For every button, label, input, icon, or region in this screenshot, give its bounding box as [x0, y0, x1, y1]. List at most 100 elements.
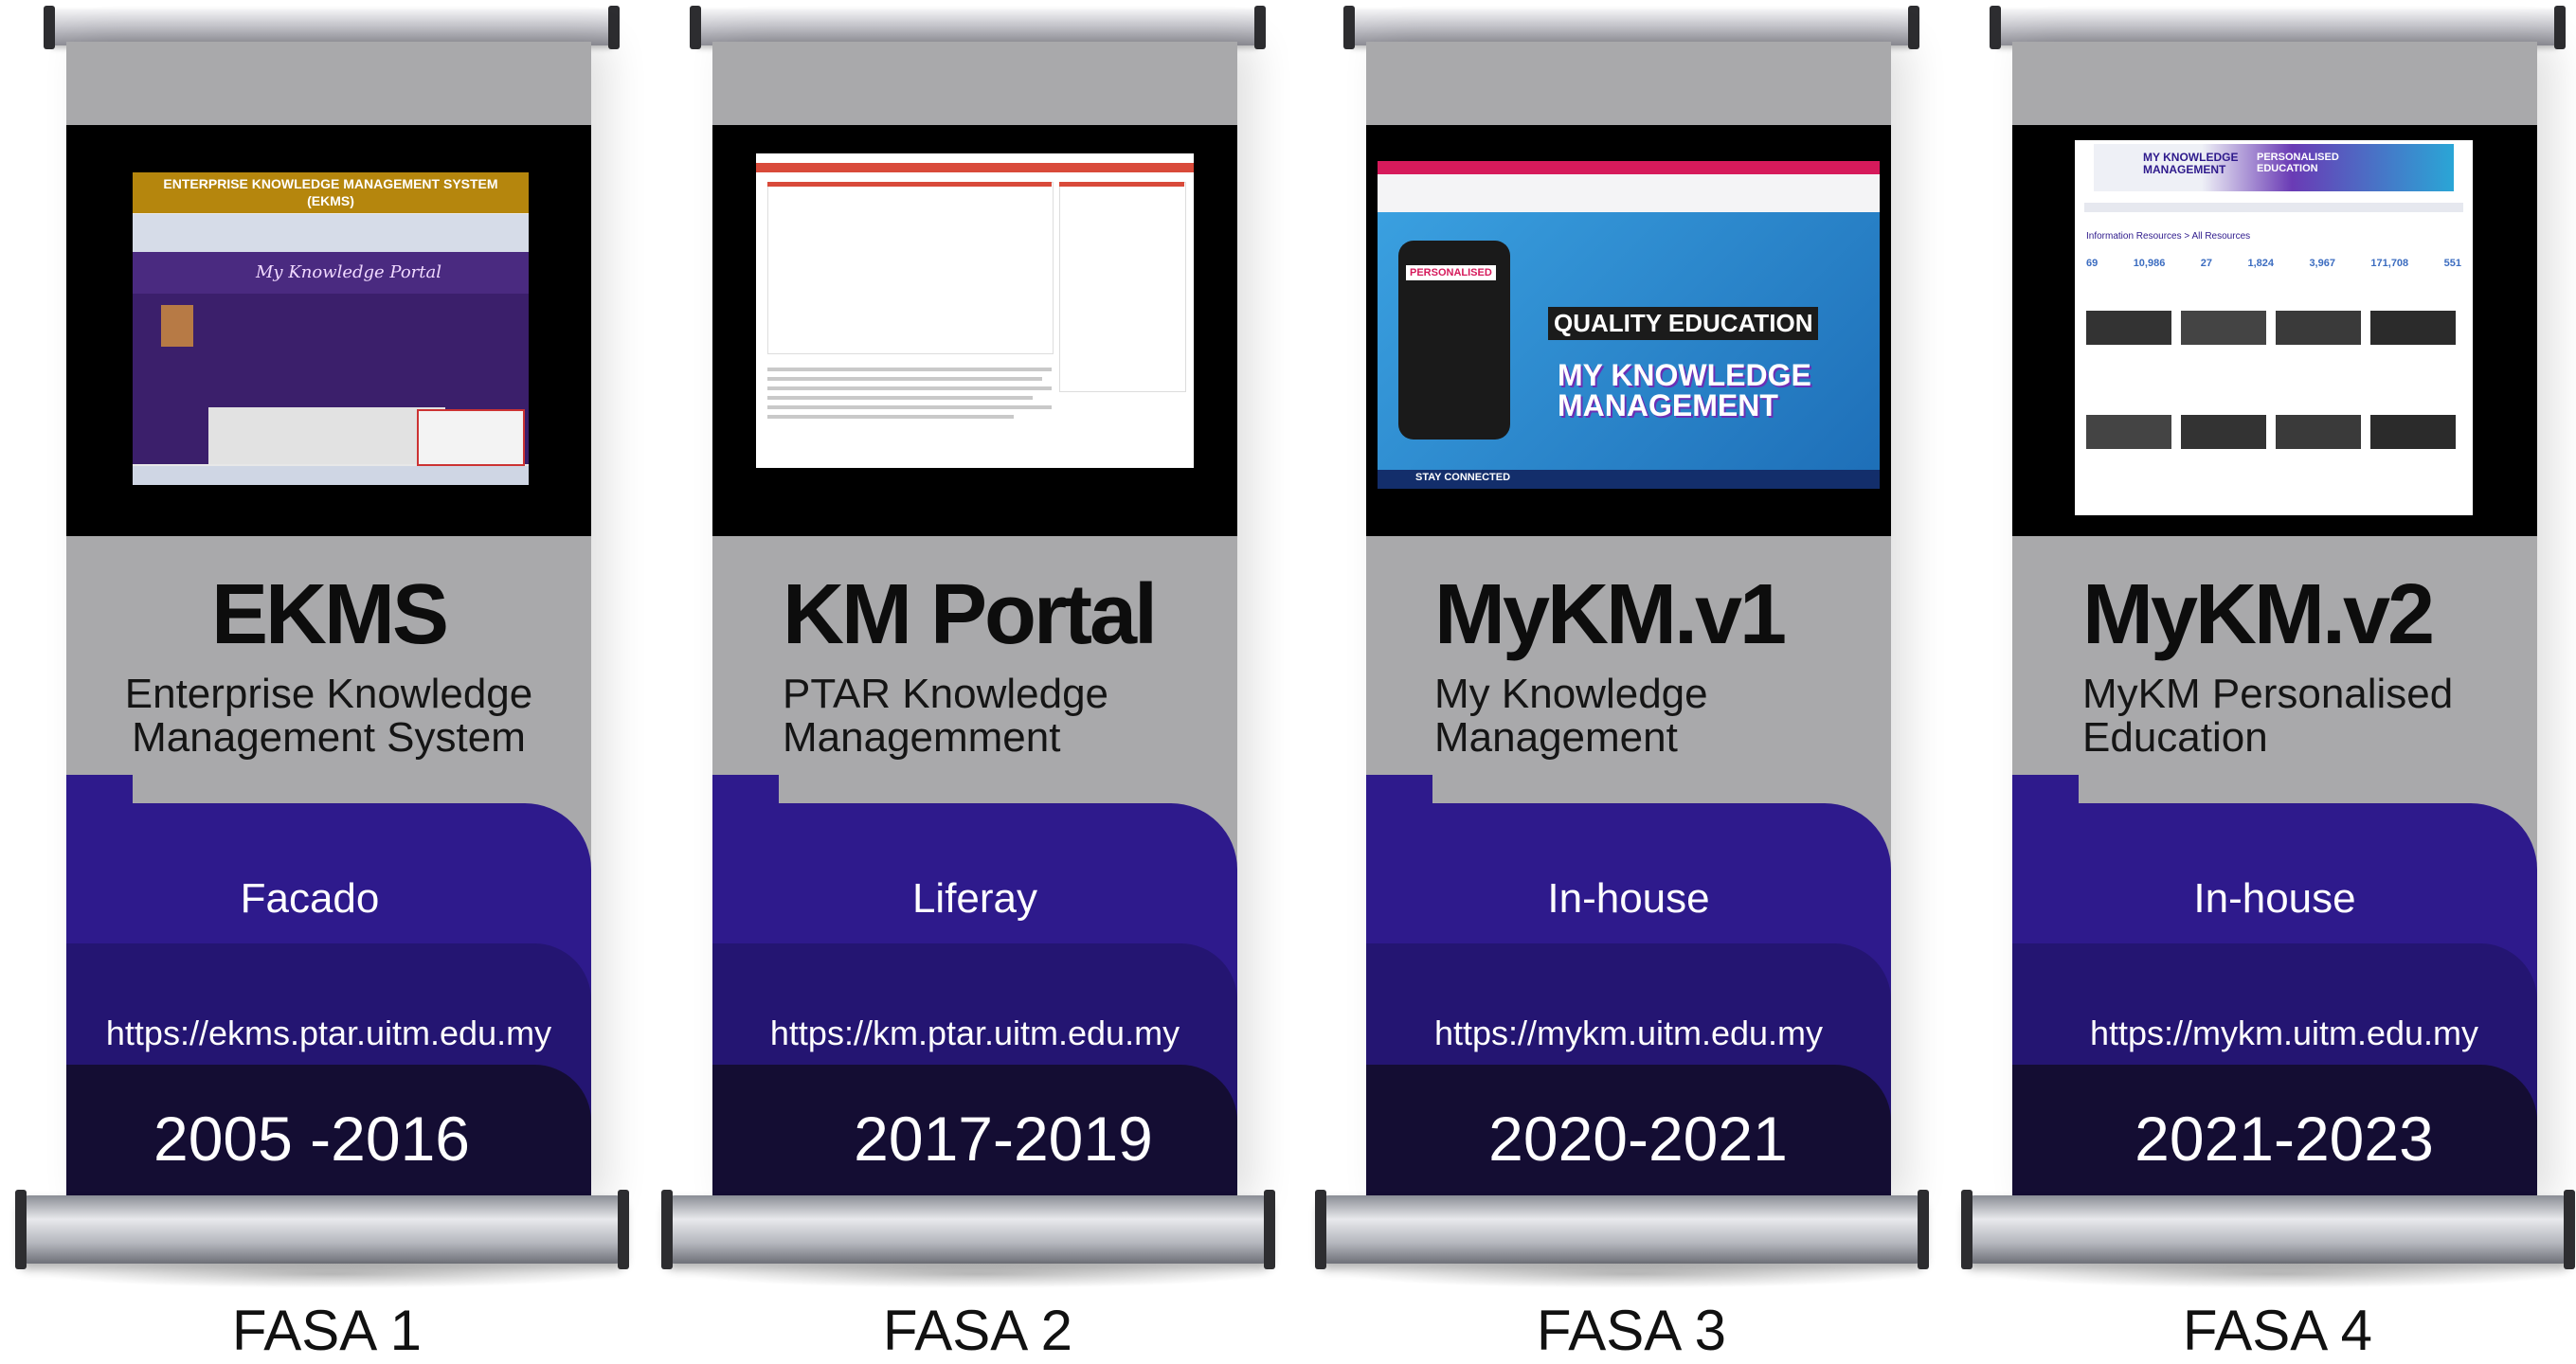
subtitle-line-1: PTAR Knowledge: [783, 671, 1109, 717]
years-label: 2005 -2016: [153, 1104, 470, 1174]
banner-subtitle: My Knowledge Management: [1434, 673, 1889, 760]
platform-label: Liferay: [911, 875, 1038, 922]
v1-quality: QUALITY EDUCATION: [1548, 307, 1819, 340]
v2-brand: MY KNOWLEDGE MANAGEMENT: [2143, 152, 2238, 176]
v1-tag: PERSONALISED: [1406, 265, 1496, 280]
screenshot-frame: [712, 125, 1237, 536]
url-link[interactable]: https://mykm.uitm.edu.my: [2022, 1014, 2537, 1053]
banner-title: EKMS: [210, 567, 449, 662]
portal-avatar: [161, 305, 193, 347]
banner-fasa-2: KM Portal PTAR Knowledge Managemment Lif…: [661, 0, 1338, 1364]
resource-card[interactable]: [2086, 311, 2171, 345]
km-text-line: [767, 386, 1052, 390]
banner-title: MyKM.v1: [1434, 567, 1787, 662]
bottom-rod: [661, 1190, 1275, 1269]
base-shadow: [684, 1260, 1271, 1288]
v1-topbar: [1378, 161, 1880, 174]
stat-value: 1,824: [2247, 258, 2274, 269]
top-rod: [1343, 6, 1919, 49]
base-shadow: [1984, 1260, 2571, 1288]
subtitle-line-2: Managemment: [783, 714, 1061, 761]
banner-subtitle: Enterprise Knowledge Management System: [66, 673, 591, 760]
years-label: 2017-2019: [854, 1104, 1153, 1174]
browser-bar: [133, 214, 529, 252]
subtitle-line-1: Enterprise Knowledge: [124, 671, 533, 717]
screenshot-frame: MY KNOWLEDGE MANAGEMENT PERSONALISED EDU…: [2012, 125, 2537, 536]
banner-subtitle: MyKM Personalised Education: [2082, 673, 2537, 760]
km-text-line: [767, 368, 1052, 371]
km-text-line: [767, 377, 1042, 381]
platform-label: In-house: [2193, 875, 2356, 922]
v2-tag-line-1: PERSONALISED: [2257, 152, 2339, 163]
base-shadow: [38, 1260, 625, 1288]
stat-value: 171,708: [2370, 258, 2409, 269]
resource-card[interactable]: [2181, 311, 2266, 345]
url-link[interactable]: https://ekms.ptar.uitm.edu.my: [66, 1014, 591, 1053]
url-link[interactable]: https://mykm.uitm.edu.my: [1366, 1014, 1891, 1053]
v2-tag-line-2: EDUCATION: [2257, 163, 2318, 174]
phase-label: FASA 2: [882, 1299, 1073, 1362]
banner-title: MyKM.v2: [2082, 567, 2435, 662]
resource-card[interactable]: [2276, 415, 2361, 449]
screenshot-frame: PERSONALISED QUALITY EDUCATION MY KNOWLE…: [1366, 125, 1891, 536]
bottom-rod: [1961, 1190, 2575, 1269]
banner-fasa-1: ENTERPRISE KNOWLEDGE MANAGEMENT SYSTEM (…: [15, 0, 692, 1364]
bottom-rod: [15, 1190, 629, 1269]
km-topbar: [756, 163, 1194, 172]
url-link[interactable]: https://km.ptar.uitm.edu.my: [712, 1014, 1237, 1053]
banner-sheet: ENTERPRISE KNOWLEDGE MANAGEMENT SYSTEM (…: [66, 42, 591, 1203]
banner-sheet: MY KNOWLEDGE MANAGEMENT PERSONALISED EDU…: [2012, 42, 2537, 1203]
phase-label: FASA 1: [231, 1299, 423, 1362]
km-text-line: [767, 415, 1014, 419]
v2-brand-line-2: MANAGEMENT: [2143, 163, 2226, 176]
banner-subtitle: PTAR Knowledge Managemment: [783, 673, 1237, 760]
v1-footer-label: STAY CONNECTED: [1415, 472, 1511, 483]
screenshot-frame: ENTERPRISE KNOWLEDGE MANAGEMENT SYSTEM (…: [66, 125, 591, 536]
v2-nav: [2084, 203, 2463, 212]
portal-name: My Knowledge Portal: [256, 262, 441, 282]
v1-brand: MY KNOWLEDGE MANAGEMENT: [1558, 360, 1811, 421]
subtitle-line-1: MyKM Personalised: [2082, 671, 2454, 717]
top-rod: [44, 6, 620, 49]
bottom-rod: [1315, 1190, 1929, 1269]
years-label: 2020-2021: [1488, 1104, 1788, 1174]
portal-panel: [208, 407, 445, 464]
v2-breadcrumb[interactable]: Information Resources > All Resources: [2086, 231, 2250, 242]
portal-banner: My Knowledge Portal: [133, 252, 529, 294]
years-label: 2021-2023: [2135, 1104, 2434, 1174]
platform-label: Facado: [240, 875, 380, 922]
km-right-header: [1059, 182, 1184, 187]
phase-label: FASA 4: [2182, 1299, 2373, 1362]
stat-value: 10,986: [2133, 258, 2166, 269]
portal-side: [417, 409, 525, 466]
status-bar: [133, 466, 529, 485]
banner-sheet: KM Portal PTAR Knowledge Managemment Lif…: [712, 42, 1237, 1203]
resource-card[interactable]: [2181, 415, 2266, 449]
ekms-header-title: ENTERPRISE KNOWLEDGE MANAGEMENT SYSTEM: [163, 176, 498, 191]
km-panel-left: [767, 182, 1054, 354]
banner-fasa-4: MY KNOWLEDGE MANAGEMENT PERSONALISED EDU…: [1961, 0, 2576, 1364]
subtitle-line-2: Management: [1434, 714, 1678, 761]
km-text-line: [767, 396, 1033, 400]
phase-label: FASA 3: [1536, 1299, 1727, 1362]
resource-card[interactable]: [2086, 415, 2171, 449]
stat-value: 551: [2443, 258, 2461, 269]
mykm-v1-screenshot: PERSONALISED QUALITY EDUCATION MY KNOWLE…: [1378, 161, 1880, 489]
resource-card[interactable]: [2370, 415, 2456, 449]
ekms-screenshot: ENTERPRISE KNOWLEDGE MANAGEMENT SYSTEM (…: [133, 172, 529, 485]
subtitle-line-1: My Knowledge: [1434, 671, 1708, 717]
resource-card[interactable]: [2276, 311, 2361, 345]
km-panel-right: [1059, 182, 1186, 392]
platform-label: In-house: [1547, 875, 1710, 922]
km-text-line: [767, 405, 1052, 409]
subtitle-line-2: Education: [2082, 714, 2268, 761]
ekms-header: ENTERPRISE KNOWLEDGE MANAGEMENT SYSTEM (…: [133, 172, 529, 213]
ekms-header-sub: (EKMS): [307, 193, 354, 208]
top-rod: [1990, 6, 2566, 49]
stat-value: 27: [2200, 258, 2213, 269]
v1-navbar: [1378, 174, 1880, 212]
banner-fasa-3: PERSONALISED QUALITY EDUCATION MY KNOWLE…: [1315, 0, 1991, 1364]
stat-value: 3,967: [2309, 258, 2335, 269]
resource-card[interactable]: [2370, 311, 2456, 345]
v2-tag: PERSONALISED EDUCATION: [2257, 152, 2339, 174]
